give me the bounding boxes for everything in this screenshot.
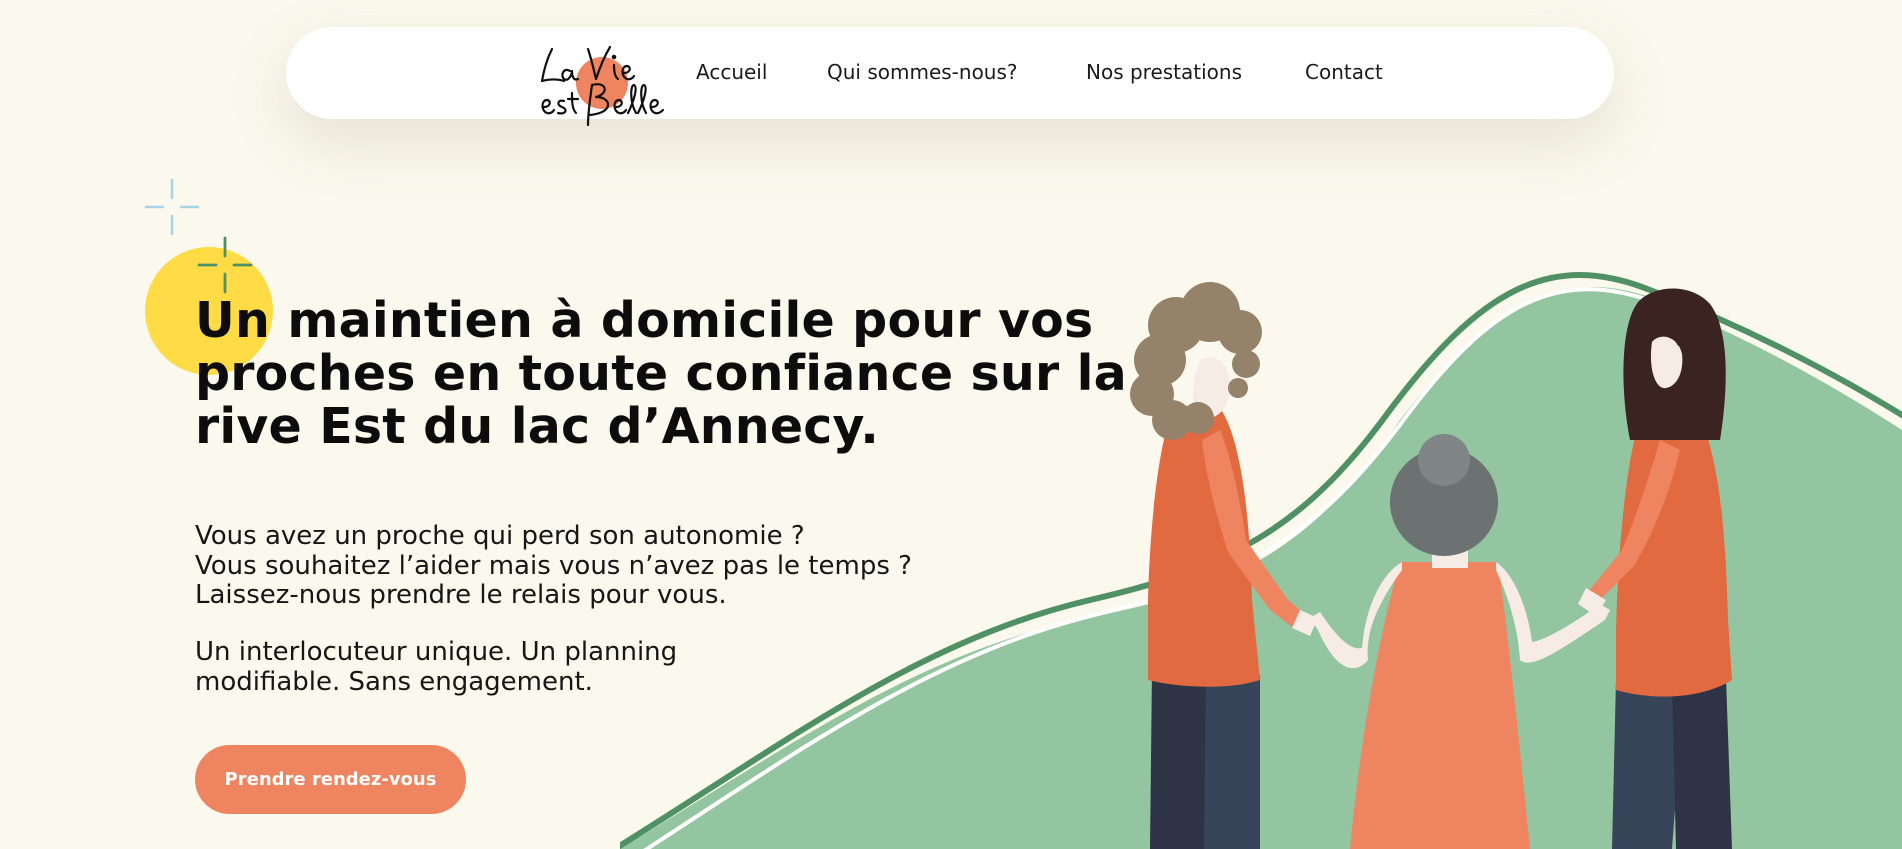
nav-item-accueil[interactable]: Accueil <box>696 60 767 84</box>
hero-title: Un maintien à domicile pour vos proches … <box>195 292 1127 455</box>
main-navbar: Accueil Qui sommes-nous? Nos prestations… <box>286 27 1614 127</box>
nav-item-contact[interactable]: Contact <box>1305 60 1383 84</box>
intro-text: Vous avez un proche qui perd son autonom… <box>195 521 1075 611</box>
sparkle-dark-icon <box>197 236 253 294</box>
logo[interactable] <box>530 27 670 127</box>
prendre-rendez-vous-button[interactable]: Prendre rendez-vous <box>195 745 466 814</box>
intro-line: Laissez-nous prendre le relais pour vous… <box>195 580 727 610</box>
page: Accueil Qui sommes-nous? Nos prestations… <box>0 0 1902 849</box>
intro-line: Vous avez un proche qui perd son autonom… <box>195 521 805 551</box>
nav-item-nos-prestations[interactable]: Nos prestations <box>1086 60 1242 84</box>
logo-graphic <box>540 45 665 127</box>
nav-item-qui-sommes-nous[interactable]: Qui sommes-nous? <box>827 60 1018 84</box>
sparkle-light-icon <box>144 178 200 236</box>
tagline-text: Un interlocuteur unique. Un planning mod… <box>195 637 678 697</box>
intro-line: Vous souhaitez l’aider mais vous n’avez … <box>195 550 912 581</box>
